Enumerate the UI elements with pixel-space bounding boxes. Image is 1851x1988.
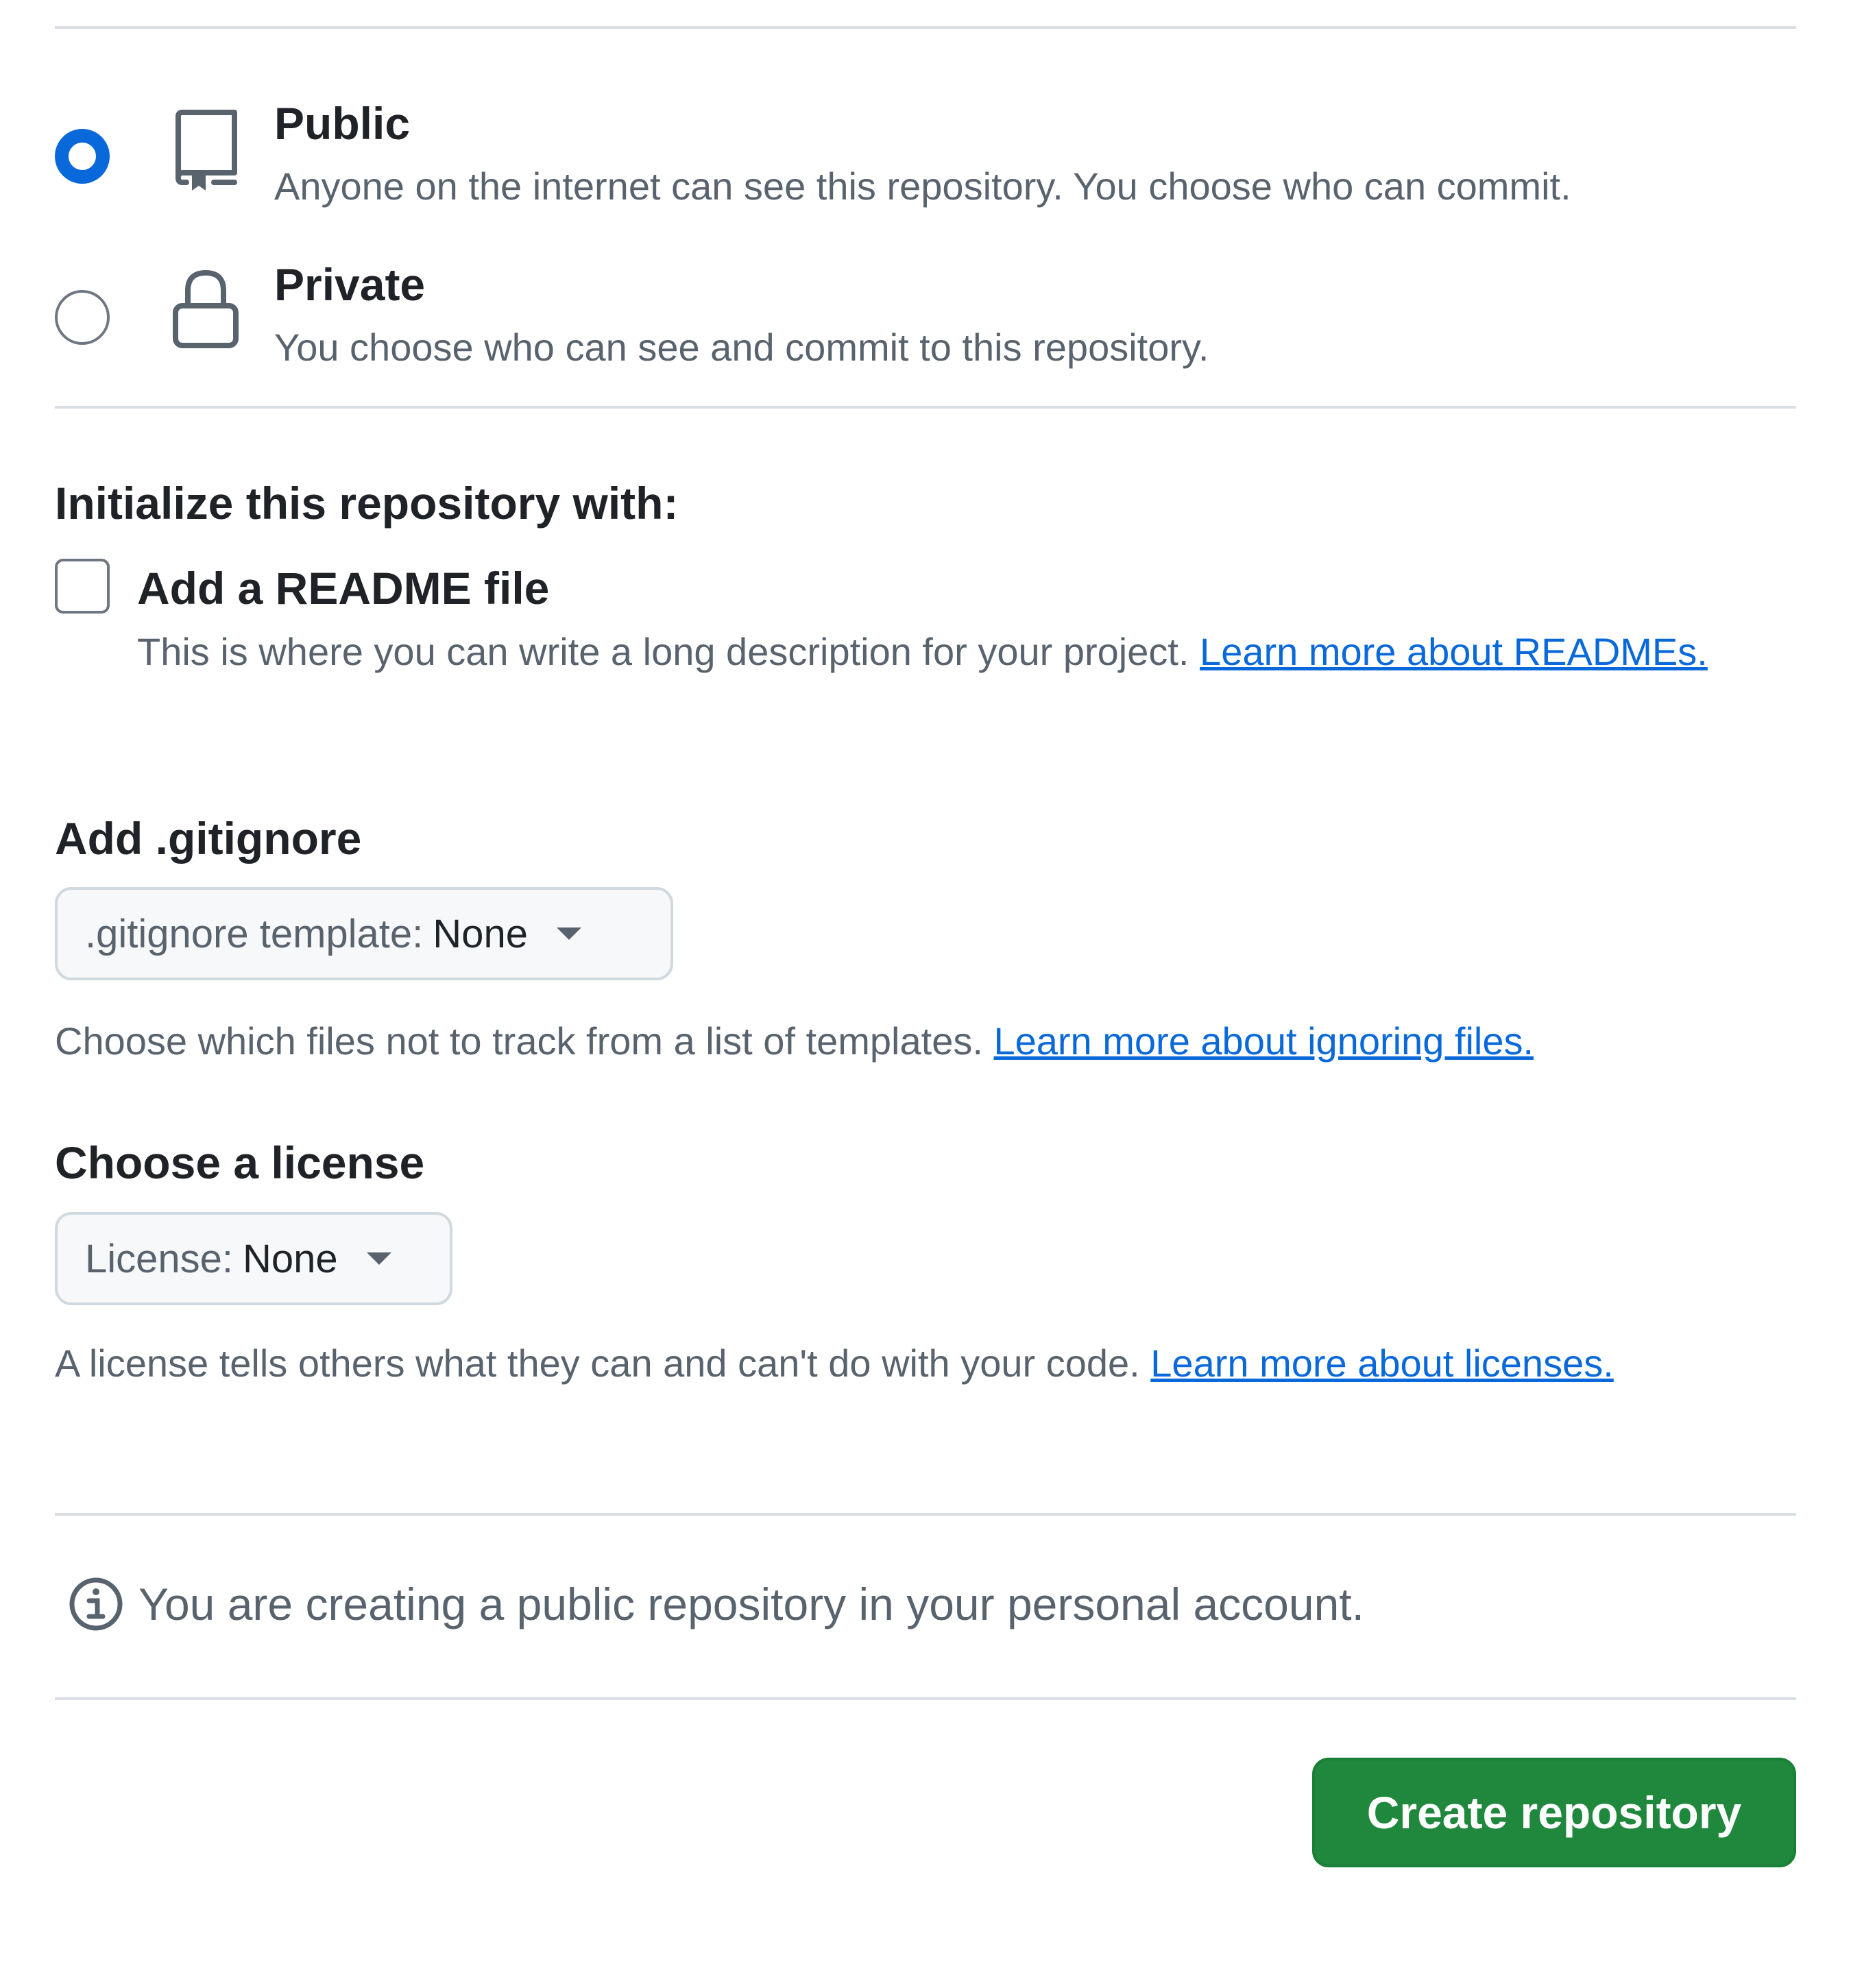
gitignore-dropdown-value: None — [433, 911, 528, 956]
private-title: Private — [274, 259, 426, 310]
initialize-heading: Initialize this repository with: — [55, 478, 679, 529]
footer-divider — [55, 1697, 1796, 1700]
readme-label[interactable]: Add a README file — [137, 561, 549, 616]
lock-icon — [173, 269, 239, 348]
license-dropdown-label: License: — [85, 1236, 234, 1281]
chevron-down-icon — [556, 928, 581, 940]
readme-help: This is where you can write a long descr… — [137, 621, 1741, 683]
private-radio[interactable] — [55, 290, 110, 345]
top-divider — [55, 26, 1796, 29]
chevron-down-icon — [366, 1252, 391, 1265]
options-divider — [55, 1513, 1796, 1516]
gitignore-help: Choose which files not to track from a l… — [55, 1010, 1810, 1072]
license-heading: Choose a license — [55, 1137, 425, 1188]
create-repository-button[interactable]: Create repository — [1312, 1758, 1796, 1867]
info-icon — [69, 1577, 123, 1631]
license-help: A license tells others what they can and… — [55, 1333, 1741, 1394]
visibility-divider — [55, 406, 1796, 409]
license-dropdown-value: None — [243, 1236, 338, 1281]
gitignore-heading: Add .gitignore — [55, 813, 362, 864]
gitignore-dropdown-label: .gitignore template: — [85, 911, 424, 956]
license-description: A license tells others what they can and… — [55, 1342, 1140, 1385]
gitignore-learn-more-link[interactable]: Learn more about ignoring files. — [993, 1019, 1534, 1063]
private-description: You choose who can see and commit to thi… — [274, 326, 1209, 369]
gitignore-template-dropdown[interactable]: .gitignore template: None — [55, 887, 673, 980]
license-learn-more-link[interactable]: Learn more about licenses. — [1150, 1342, 1614, 1385]
readme-description: This is where you can write a long descr… — [137, 630, 1189, 673]
repo-icon — [176, 110, 237, 191]
public-title: Public — [274, 98, 411, 149]
readme-learn-more-link[interactable]: Learn more about READMEs. — [1200, 630, 1708, 673]
readme-checkbox[interactable] — [55, 559, 110, 614]
public-repo-notice: You are creating a public repository in … — [69, 1577, 1364, 1632]
license-dropdown[interactable]: License: None — [55, 1212, 452, 1305]
public-description: Anyone on the internet can see this repo… — [274, 165, 1571, 208]
gitignore-description: Choose which files not to track from a l… — [55, 1019, 983, 1063]
public-radio[interactable] — [55, 129, 110, 184]
notice-text: You are creating a public repository in … — [138, 1579, 1364, 1629]
